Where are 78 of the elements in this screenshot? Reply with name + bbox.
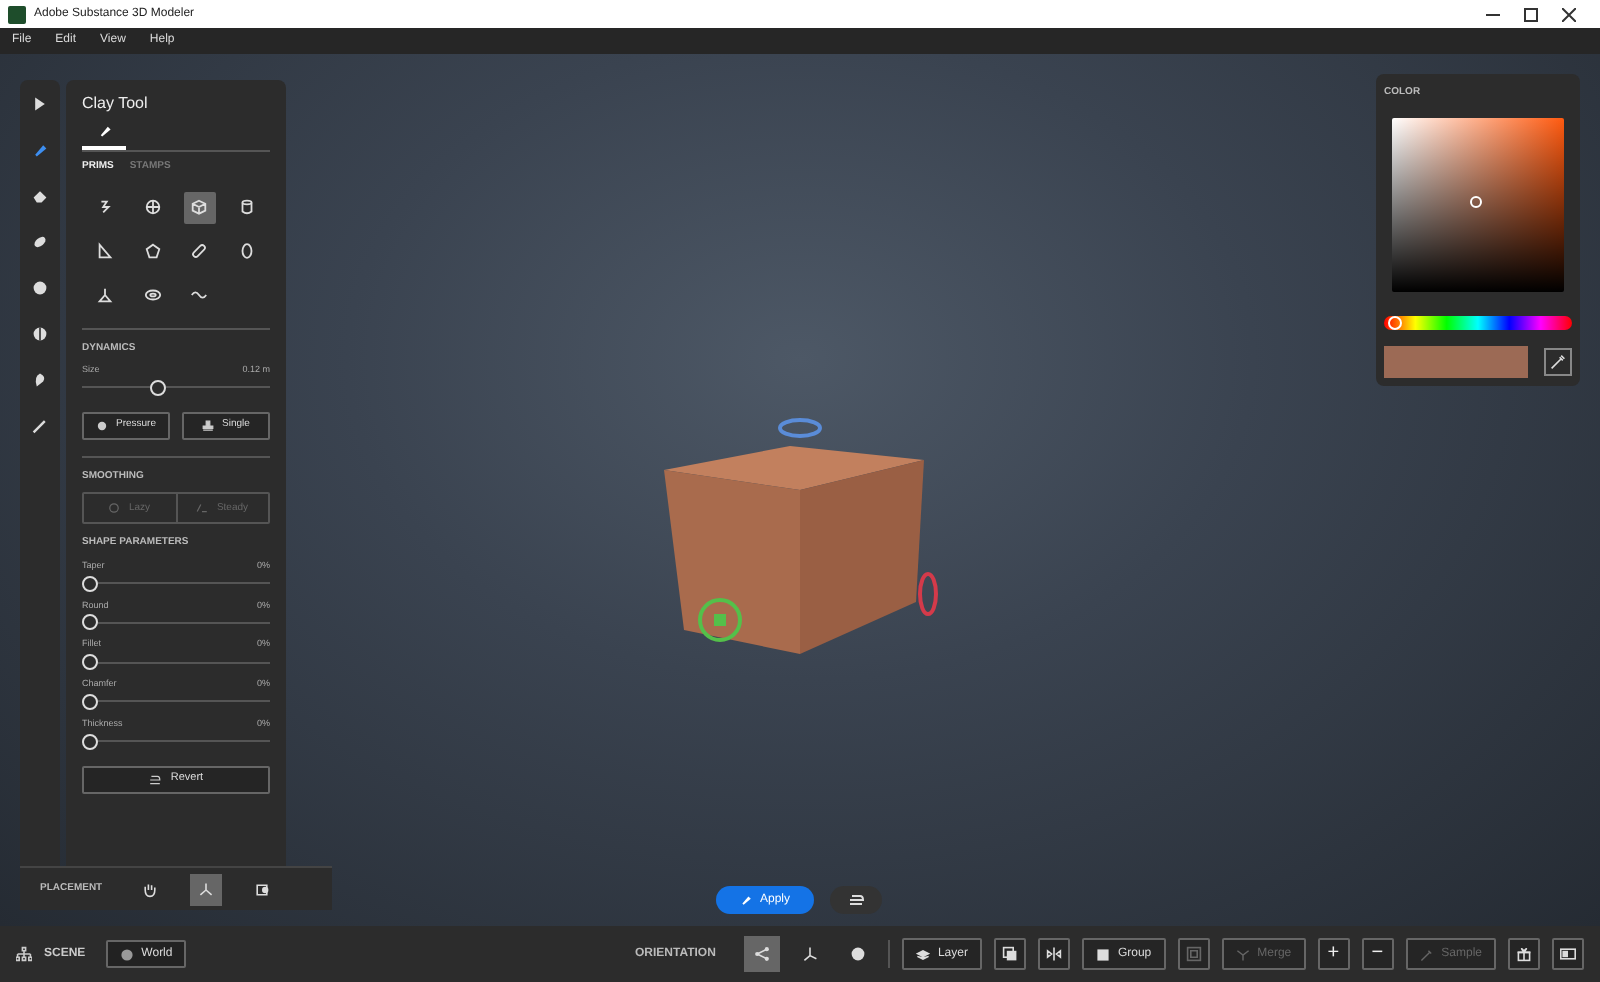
eyedropper-button[interactable]	[1544, 347, 1572, 375]
slider-thumb[interactable]	[82, 733, 98, 749]
slider-track[interactable]	[82, 693, 270, 710]
mirror-icon	[1045, 946, 1062, 962]
pressure-icon	[95, 419, 108, 432]
capsule-icon	[190, 242, 209, 260]
duplicate-icon	[1001, 946, 1018, 962]
eyedropper-icon	[1550, 353, 1566, 369]
wave-icon	[190, 286, 209, 304]
ellipsoid-icon	[237, 242, 256, 260]
toolbar-button[interactable]	[993, 938, 1026, 970]
primitive-button[interactable]	[183, 191, 216, 223]
placement-button[interactable]	[190, 873, 223, 905]
brush-icon	[97, 124, 111, 138]
slider-thumb[interactable]	[82, 693, 98, 710]
brush-icon	[740, 894, 752, 906]
polyhedron-icon	[143, 242, 162, 260]
view-toggle-icon	[1560, 946, 1576, 962]
pen-icon[interactable]	[32, 418, 48, 434]
sphere-icon	[143, 198, 162, 216]
toolbar-button[interactable]: +	[1317, 938, 1350, 970]
color-field[interactable]	[1392, 117, 1564, 291]
merge-icon	[1235, 947, 1250, 961]
squiggle-icon	[96, 198, 115, 216]
stamp-icon	[202, 419, 215, 432]
maximize-icon[interactable]	[1524, 7, 1538, 21]
slider-track[interactable]	[82, 575, 270, 591]
lazy-icon	[108, 502, 121, 515]
color-picker-handle[interactable]	[1469, 195, 1482, 208]
toolbar-button[interactable]: −	[1361, 938, 1394, 970]
panel-title: Clay Tool	[82, 92, 150, 116]
surface-icon	[254, 881, 271, 897]
hue-thumb[interactable]	[1387, 315, 1402, 329]
slider-thumb[interactable]	[150, 379, 167, 396]
smooth-icon[interactable]	[32, 234, 48, 250]
cursor-icon[interactable]	[32, 96, 48, 112]
share-icon	[753, 946, 770, 962]
hierarchy-icon[interactable]	[16, 946, 32, 962]
globe-icon	[849, 946, 866, 962]
steady-icon	[196, 502, 209, 515]
slider-track[interactable]	[82, 614, 270, 631]
toolbar-button[interactable]	[1508, 938, 1540, 970]
color-swatch	[1384, 345, 1528, 377]
hand-icon	[142, 881, 159, 897]
globe-icon	[119, 947, 134, 961]
torus-icon	[143, 286, 162, 304]
undo-icon	[848, 894, 865, 906]
slider-thumb[interactable]	[82, 575, 98, 591]
undo-icon	[148, 773, 163, 785]
brush-tab[interactable]	[82, 124, 126, 150]
axes-icon	[198, 881, 215, 897]
wedge-icon	[96, 242, 115, 260]
slider-track[interactable]	[82, 654, 270, 670]
cylinder-icon	[237, 198, 256, 216]
axes-icon	[801, 946, 818, 962]
orientation-button[interactable]	[743, 936, 780, 972]
brush-icon[interactable]	[32, 142, 48, 158]
slider-thumb[interactable]	[82, 614, 98, 631]
toolbar-button[interactable]	[1552, 938, 1584, 970]
cone-icon	[96, 286, 115, 304]
hue-slider[interactable]	[1384, 315, 1572, 329]
cube-icon	[190, 198, 209, 216]
app-logo-icon	[8, 5, 26, 23]
gift-icon	[1516, 946, 1532, 962]
split-sphere-icon[interactable]	[32, 326, 48, 342]
undo-button[interactable]	[830, 886, 883, 914]
close-icon[interactable]	[1562, 7, 1576, 21]
toolbar-button[interactable]	[1037, 938, 1070, 970]
blob-icon[interactable]	[32, 372, 48, 388]
slider-track[interactable]	[82, 379, 270, 396]
group-icon	[1095, 947, 1110, 961]
ungroup-icon	[1185, 946, 1202, 962]
eyedropper-icon	[1419, 947, 1434, 961]
slider-track[interactable]	[82, 733, 270, 749]
eraser-icon[interactable]	[32, 188, 48, 204]
layers-icon	[915, 947, 930, 961]
sphere-icon[interactable]	[32, 280, 48, 296]
slider-thumb[interactable]	[82, 654, 98, 670]
